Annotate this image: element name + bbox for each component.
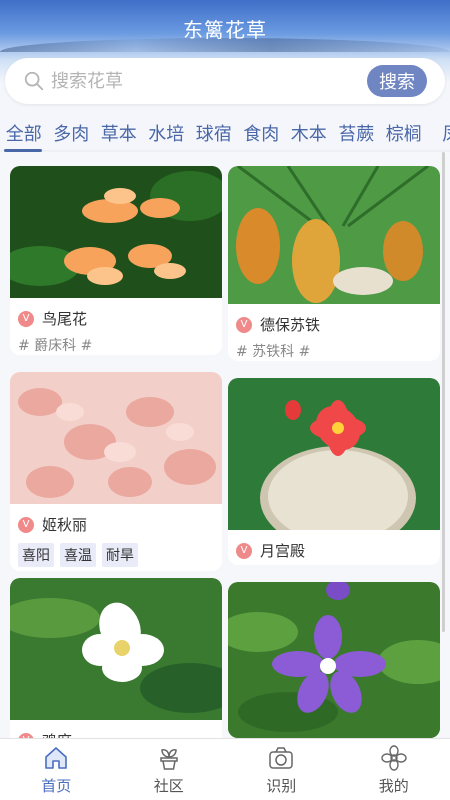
tab-succulent[interactable]: 多肉 bbox=[48, 118, 96, 152]
tab-carnivorous[interactable]: 食肉 bbox=[238, 118, 286, 152]
plant-image bbox=[10, 372, 222, 504]
plant-card[interactable]: V 德保苏铁 # 苏铁科 # bbox=[228, 166, 440, 361]
plant-name: 鸡麻 bbox=[42, 730, 72, 738]
plant-card[interactable]: V 姬秋丽 喜阳 喜温 耐旱 bbox=[10, 372, 222, 571]
tab-hydroponic[interactable]: 水培 bbox=[143, 118, 191, 152]
verified-badge: V bbox=[18, 516, 34, 533]
plant-tags: 喜阳 喜温 耐旱 bbox=[10, 539, 222, 571]
verified-badge: V bbox=[236, 316, 252, 333]
app-title: 东篱花草 bbox=[183, 18, 267, 42]
camera-icon bbox=[269, 747, 293, 769]
plant-name: 德保苏铁 bbox=[260, 316, 321, 334]
plant-image bbox=[228, 166, 440, 304]
nav-profile[interactable]: 我的 bbox=[338, 739, 450, 800]
tag: 喜温 bbox=[60, 543, 96, 567]
tag: 喜阳 bbox=[18, 543, 54, 567]
plant-card[interactable]: V 月宫殿 bbox=[228, 378, 440, 565]
plant-family: # 爵床科 # bbox=[18, 338, 93, 354]
plant-card[interactable] bbox=[228, 582, 440, 738]
nav-label: 我的 bbox=[378, 777, 409, 795]
bottom-nav: 首页 社区 识别 我的 bbox=[0, 738, 450, 800]
search-bar: 搜索 bbox=[5, 58, 445, 104]
tab-bulb[interactable]: 球宿 bbox=[190, 118, 238, 152]
verified-badge: V bbox=[18, 310, 34, 327]
tag: 耐旱 bbox=[102, 543, 138, 567]
plant-image bbox=[10, 166, 222, 298]
tab-all[interactable]: 全部 bbox=[0, 118, 48, 152]
plant-image bbox=[10, 578, 222, 720]
plant-pot-icon bbox=[160, 749, 178, 770]
search-input[interactable] bbox=[51, 67, 351, 95]
flower-icon bbox=[381, 745, 407, 771]
nav-label: 首页 bbox=[41, 777, 72, 795]
tab-woody[interactable]: 木本 bbox=[285, 118, 333, 152]
nav-label: 识别 bbox=[266, 777, 297, 795]
nav-community[interactable]: 社区 bbox=[113, 739, 226, 800]
search-button[interactable]: 搜索 bbox=[367, 65, 427, 97]
nav-identify[interactable]: 识别 bbox=[225, 739, 338, 800]
plant-card[interactable]: V 鸟尾花 # 爵床科 # bbox=[10, 166, 222, 355]
tab-more[interactable]: 凤 bbox=[428, 118, 450, 152]
scrollbar[interactable] bbox=[442, 152, 445, 632]
plant-family: # 苏铁科 # bbox=[236, 344, 311, 360]
tab-palm[interactable]: 棕榈 bbox=[380, 118, 428, 152]
tab-herbaceous[interactable]: 草本 bbox=[95, 118, 143, 152]
verified-badge: V bbox=[236, 542, 252, 559]
plant-name: 月宫殿 bbox=[260, 542, 306, 560]
category-tabs: 全部 多肉 草本 水培 球宿 食肉 木本 苔蕨 棕榈 凤 bbox=[0, 118, 450, 152]
plant-card[interactable]: V 鸡麻 bbox=[10, 578, 222, 738]
plant-image bbox=[228, 582, 440, 738]
plant-name: 鸟尾花 bbox=[42, 310, 88, 328]
home-icon bbox=[45, 747, 68, 769]
tab-moss-fern[interactable]: 苔蕨 bbox=[333, 118, 381, 152]
nav-home[interactable]: 首页 bbox=[0, 739, 113, 800]
plant-image bbox=[228, 378, 440, 530]
search-icon bbox=[24, 71, 44, 91]
nav-label: 社区 bbox=[153, 777, 184, 795]
plant-grid: V 鸟尾花 # 爵床科 # V 德保苏铁 # 苏铁科 # V 姬秋丽 喜阳 喜温… bbox=[0, 152, 450, 738]
plant-name: 姬秋丽 bbox=[42, 516, 88, 534]
